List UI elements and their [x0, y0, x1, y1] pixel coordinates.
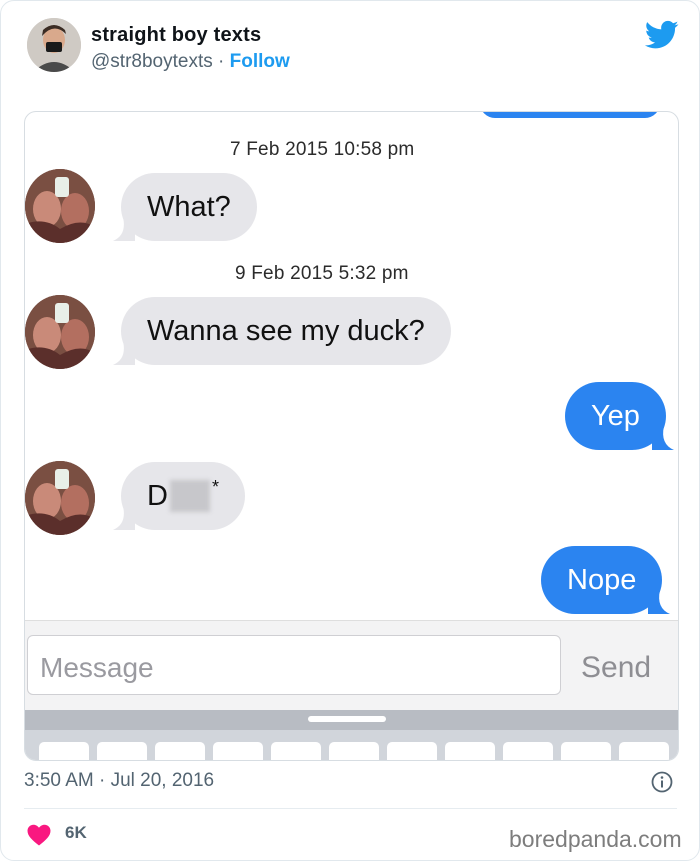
author-handle-row: @str8boytexts · Follow	[91, 51, 290, 73]
keyboard-key	[97, 742, 147, 760]
separator-dot: ·	[218, 51, 225, 72]
message-input[interactable]: Message	[27, 635, 561, 695]
keyboard-key	[445, 742, 495, 760]
watermark: boredpanda.com	[509, 826, 682, 852]
incoming-message-bubble: What?	[113, 173, 257, 241]
message-text: Nope	[567, 563, 637, 596]
tweet-card: straight boy texts @str8boytexts · Follo…	[0, 0, 700, 861]
author-avatar[interactable]	[27, 18, 81, 72]
follow-button[interactable]: Follow	[230, 51, 290, 72]
message-text: What?	[147, 190, 231, 223]
message-text: Wanna see my duck?	[147, 314, 425, 347]
message-text: Yep	[591, 399, 640, 432]
send-button[interactable]: Send	[581, 651, 651, 685]
keyboard-key	[213, 742, 263, 760]
like-count[interactable]: 6K	[65, 823, 87, 843]
tweet-timestamp[interactable]: 3:50 AM · Jul 20, 2016	[24, 770, 214, 792]
contact-avatar	[25, 461, 95, 535]
conversation-screenshot: 7 Feb 2015 10:58 pm What? 9 Feb 2015 5:3…	[24, 111, 679, 761]
outgoing-message-bubble: Yep	[565, 382, 674, 450]
keyboard-key	[619, 742, 669, 760]
keyboard-key	[561, 742, 611, 760]
message-timestamp: 7 Feb 2015 10:58 pm	[230, 139, 415, 160]
keyboard-key	[271, 742, 321, 760]
author-handle[interactable]: @str8boytexts	[91, 51, 213, 72]
footer-divider	[24, 808, 677, 809]
heart-icon[interactable]	[27, 824, 51, 846]
redaction-blur	[169, 480, 210, 512]
incoming-message-bubble-redacted: D *	[113, 462, 245, 530]
keyboard-key	[329, 742, 379, 760]
keyboard-key	[39, 742, 89, 760]
message-placeholder: Message	[40, 652, 154, 683]
message-composer: Message Send	[25, 620, 678, 711]
incoming-message-bubble: Wanna see my duck?	[113, 297, 451, 365]
contact-avatar	[25, 169, 95, 243]
previous-message-bubble	[480, 112, 660, 118]
contact-avatar	[25, 295, 95, 369]
keyboard-key	[155, 742, 205, 760]
author-display-name[interactable]: straight boy texts	[91, 24, 261, 47]
info-icon[interactable]	[651, 771, 673, 793]
message-text-start: D	[147, 479, 168, 512]
keyboard-handle	[308, 716, 386, 722]
message-text-end: *	[211, 477, 219, 497]
keyboard-key	[387, 742, 437, 760]
twitter-bird-icon[interactable]	[645, 20, 679, 50]
keyboard-key	[503, 742, 553, 760]
message-timestamp: 9 Feb 2015 5:32 pm	[235, 263, 409, 284]
outgoing-message-bubble: Nope	[541, 546, 671, 614]
